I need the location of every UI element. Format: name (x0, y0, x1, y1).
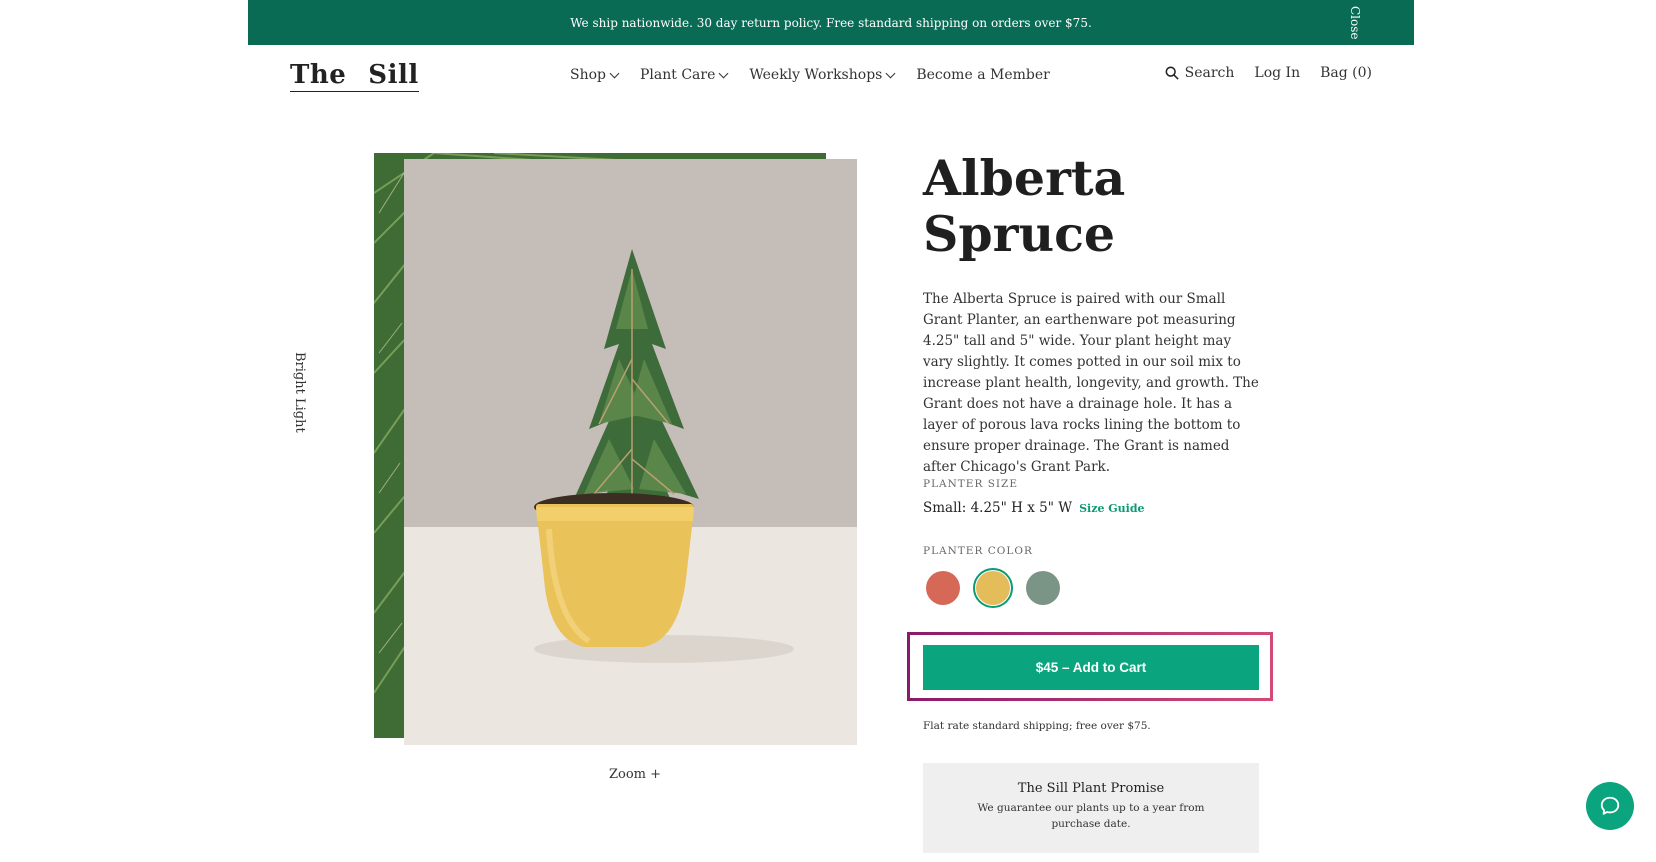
planter-size-row: Small: 4.25" H x 5" W Size Guide (923, 500, 1145, 516)
main-nav: Shop Plant Care Weekly Workshops Become … (570, 67, 1050, 83)
announcement-banner: We ship nationwide. 30 day return policy… (248, 0, 1414, 45)
banner-text: We ship nationwide. 30 day return policy… (570, 15, 1092, 30)
banner-close-button[interactable]: Close (1348, 6, 1362, 40)
product-title-line: Spruce (923, 205, 1116, 263)
nav-item-plant-care[interactable]: Plant Care (640, 67, 729, 83)
chevron-down-icon (885, 68, 896, 79)
planter-size-value: Small: 4.25" H x 5" W (923, 500, 1073, 516)
product-description: The Alberta Spruce is paired with our Sm… (923, 291, 1259, 475)
login-link[interactable]: Log In (1254, 65, 1300, 81)
size-guide-link[interactable]: Size Guide (1079, 502, 1144, 515)
nav-item-label: Weekly Workshops (749, 67, 883, 83)
search-label: Search (1184, 65, 1235, 81)
promise-title: The Sill Plant Promise (1017, 781, 1165, 796)
chevron-down-icon (718, 68, 729, 79)
swatch-sage-dot (1026, 571, 1060, 605)
swatch-terracotta[interactable] (923, 568, 963, 608)
site-logo[interactable]: The Sill (290, 59, 419, 92)
shipping-note: Flat rate standard shipping; free over $… (923, 720, 1151, 732)
chat-bubble-icon (1600, 796, 1620, 815)
bag-link[interactable]: Bag (0) (1320, 65, 1372, 81)
page-frame: We ship nationwide. 30 day return policy… (248, 0, 1634, 862)
chat-button[interactable] (1586, 782, 1634, 830)
nav-item-label: Plant Care (640, 67, 716, 83)
nav-item-shop[interactable]: Shop (570, 67, 620, 83)
site-header: The Sill Shop Plant Care Weekly Workshops… (248, 45, 1414, 115)
light-requirement-label: Bright Light (292, 352, 307, 433)
plant-promise-box: The Sill Plant Promise We guarantee our … (923, 763, 1259, 853)
swatch-sage[interactable] (1023, 568, 1063, 608)
product-title: Alberta Spruce (923, 150, 1323, 262)
swatch-terracotta-dot (926, 571, 960, 605)
header-utilities: Search Log In Bag (0) (1165, 65, 1372, 81)
nav-item-label: Become a Member (916, 67, 1050, 83)
nav-item-label: Shop (570, 67, 606, 83)
logo-word-the: The (290, 60, 347, 90)
spruce-plant-image (404, 159, 857, 745)
nav-item-weekly-workshops[interactable]: Weekly Workshops (749, 67, 896, 83)
nav-item-become-member[interactable]: Become a Member (916, 67, 1050, 83)
logo-word-sill: Sill (368, 60, 419, 90)
product-title-line: Alberta (923, 149, 1126, 207)
chevron-down-icon (609, 68, 620, 79)
search-button[interactable]: Search (1165, 65, 1235, 81)
swatch-mustard[interactable] (973, 568, 1013, 608)
planter-color-label: PLANTER COLOR (923, 545, 1033, 557)
search-icon (1165, 66, 1179, 80)
swatch-mustard-dot (976, 571, 1010, 605)
add-to-cart-button[interactable]: $45 – Add to Cart (923, 645, 1259, 690)
planter-size-label: PLANTER SIZE (923, 478, 1019, 490)
color-swatches (923, 568, 1063, 608)
product-image-main[interactable] (404, 159, 857, 745)
promise-text: We guarantee our plants up to a year fro… (977, 802, 1205, 830)
zoom-button[interactable]: Zoom + (609, 767, 661, 782)
